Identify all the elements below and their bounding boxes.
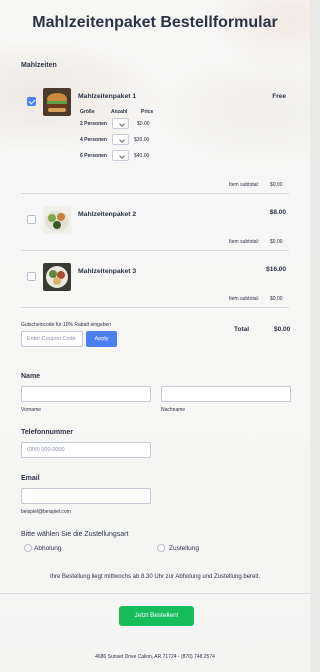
product-3-subtotal-label: Item subtotal: — [229, 296, 260, 302]
phone-placeholder: (000) 000-0000 — [27, 447, 65, 453]
option-header-price: Price — [141, 109, 154, 115]
first-name-input[interactable] — [21, 386, 151, 402]
total-value: $0.00 — [274, 326, 291, 333]
product-2-name: Mahlzeitenpaket 2 — [78, 211, 137, 218]
product-1-subtotal-label: Item subtotal: — [229, 182, 260, 188]
total-label: Total — [234, 326, 250, 333]
pickup-notice: Ihre Bestellung liegt mittwochs ab 8.30 … — [49, 574, 261, 580]
quantity-select[interactable] — [112, 150, 129, 161]
form-title: Mahlzeitenpaket Bestellformular — [32, 14, 278, 31]
footer-address: 4686 Sunset Drive Calion, AR 71724 - (87… — [95, 654, 215, 660]
quantity-select[interactable] — [112, 134, 129, 145]
divider — [21, 250, 289, 251]
option-price: $40.00 — [134, 153, 150, 159]
product-2-subtotal-label: Item subtotal: — [229, 239, 260, 245]
first-name-sublabel: Vorname — [21, 407, 42, 413]
option-label: 6 Personen — [80, 153, 107, 159]
option-header-size: Größe — [80, 109, 95, 115]
name-label: Name — [21, 373, 41, 380]
product-2-checkbox[interactable] — [27, 215, 36, 224]
option-price: $0.00 — [137, 121, 150, 127]
divider — [21, 307, 289, 308]
product-3-image — [43, 263, 71, 291]
product-2-subtotal: $0.00 — [270, 239, 283, 245]
last-name-input[interactable] — [161, 386, 291, 402]
email-label: Email — [21, 475, 40, 482]
product-1-subtotal: $0.00 — [270, 182, 283, 188]
phone-label: Telefonnummer — [21, 429, 73, 436]
option-label: 2 Personen — [80, 121, 107, 127]
radio-zustellung-label: Zustellung — [169, 545, 199, 552]
product-3-name: Mahlzeitenpaket 3 — [78, 268, 137, 275]
product-1-checkbox[interactable] — [27, 97, 36, 106]
divider — [0, 593, 310, 594]
phone-input[interactable]: (000) 000-0000 — [21, 442, 151, 458]
product-2-price: $8.00 — [269, 209, 286, 216]
radio-abholung-label: Abholung — [34, 545, 62, 552]
divider — [21, 193, 289, 194]
option-price: $30.00 — [134, 137, 150, 143]
product-1-name: Mahlzeitenpaket 1 — [78, 93, 137, 100]
coupon-placeholder: Enter Coupon Code — [27, 336, 76, 342]
coupon-input[interactable]: Enter Coupon Code — [21, 331, 83, 347]
quantity-select[interactable] — [112, 118, 129, 129]
radio-zustellung[interactable] — [157, 544, 165, 552]
email-sublabel: beispiel@beispiel.com — [21, 509, 71, 515]
product-2-image — [43, 206, 71, 234]
product-3-subtotal: $0.00 — [270, 296, 283, 302]
meals-label: Mahlzeiten — [21, 62, 57, 69]
coupon-label: Gutscheincode für 10% Rabatt eingeben — [21, 322, 112, 328]
product-1-image — [43, 88, 71, 116]
order-form: Mahlzeitenpaket Bestellformular Mahlzeit… — [0, 0, 310, 672]
product-1-price: Free — [272, 93, 286, 100]
last-name-sublabel: Nachname — [161, 407, 186, 413]
submit-button[interactable]: Jetzt Bestellen! — [119, 606, 194, 626]
radio-abholung[interactable] — [24, 544, 32, 552]
email-input[interactable] — [21, 488, 151, 504]
delivery-label: Bitte wählen Sie die Zustellungsart — [21, 531, 129, 538]
option-label: 4 Personen — [80, 137, 107, 143]
option-header-quantity: Anzahl — [111, 109, 128, 115]
product-3-checkbox[interactable] — [27, 272, 36, 281]
apply-button[interactable]: Apply — [86, 331, 117, 347]
product-3-price: $16.00 — [266, 266, 286, 273]
